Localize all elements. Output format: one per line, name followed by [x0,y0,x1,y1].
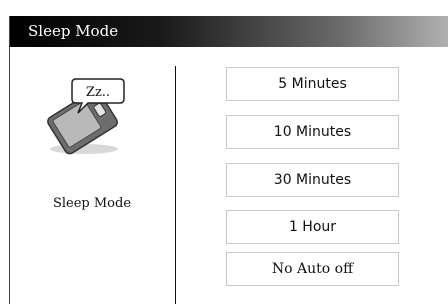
option-5-minutes[interactable]: 5 Minutes [226,67,399,101]
sleep-mode-label: Sleep Mode [52,196,132,211]
bubble-text: Zz.. [86,85,110,100]
option-30-minutes[interactable]: 30 Minutes [226,163,399,197]
sleep-mode-info-panel: Zz.. Sleep Mode [10,47,174,304]
option-1-hour[interactable]: 1 Hour [226,210,399,244]
option-no-auto-off[interactable]: No Auto off [226,252,399,286]
sleeping-device-icon: Zz.. [47,78,125,155]
sleep-mode-dialog: Sleep Mode Zz.. Sleep Mode 5 Minutes 10 … [9,16,448,304]
dialog-title: Sleep Mode [28,22,119,40]
option-10-minutes[interactable]: 10 Minutes [226,115,399,149]
panel-divider [175,66,176,304]
title-bar: Sleep Mode [10,16,448,47]
